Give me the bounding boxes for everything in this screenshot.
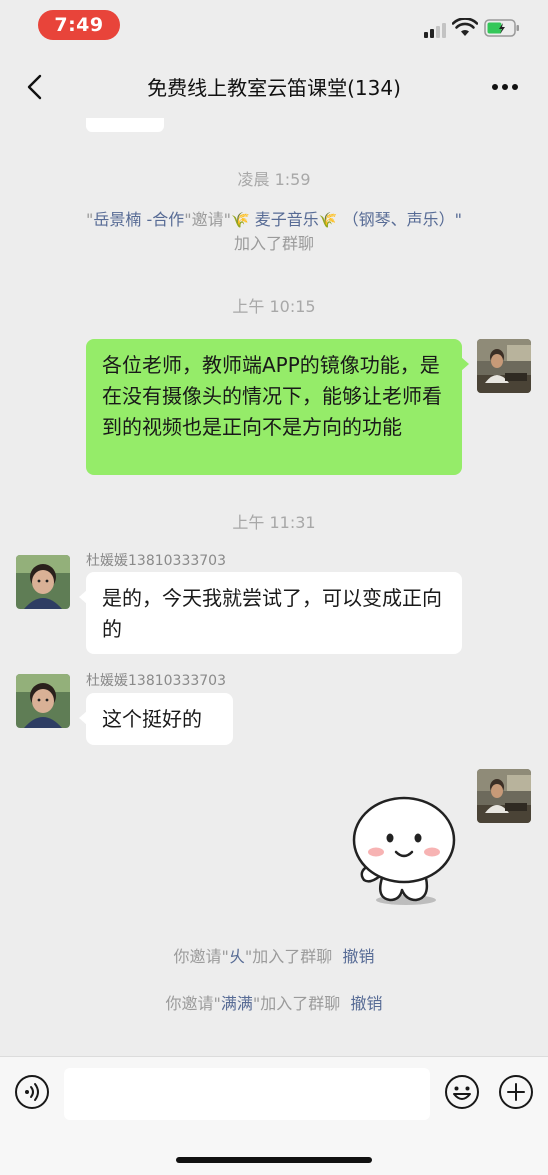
- partial-message-bubble[interactable]: [86, 118, 164, 132]
- received-message-bubble[interactable]: 是的，今天我就尝试了，可以变成正向的: [79, 572, 462, 654]
- avatar-photo: [477, 339, 531, 393]
- invite-prefix: 你邀请": [173, 947, 229, 966]
- invite-prefix: 你邀请": [165, 994, 221, 1013]
- child-avatar-photo: [16, 674, 70, 728]
- chat-title: 免费线上教室云笛课堂(134): [147, 76, 401, 100]
- invite-text: "邀请": [184, 210, 232, 229]
- home-indicator[interactable]: [176, 1157, 372, 1163]
- timestamp: 凌晨 1:59: [237, 170, 311, 189]
- wheat-emoji: 🌾: [318, 211, 338, 229]
- avatar-photo: [477, 769, 531, 823]
- invitee-name-link[interactable]: 麦子音乐: [250, 210, 319, 229]
- my-avatar[interactable]: [477, 769, 531, 823]
- wheat-emoji: 🌾: [231, 211, 250, 229]
- battery-icon: [484, 19, 519, 37]
- inviter-name-link[interactable]: 岳景楠 -合作: [93, 210, 184, 229]
- status-bar: 7:49: [0, 0, 548, 52]
- voice-icon[interactable]: [14, 1074, 50, 1110]
- smiling-blob-sticker[interactable]: [346, 794, 462, 908]
- timestamp: 上午 10:15: [232, 297, 316, 316]
- join-notice-line1: "岳景楠 -合作"邀请"🌾 麦子音乐🌾 （钢琴、声乐）": [0, 208, 548, 232]
- revoke-link[interactable]: 撤销: [342, 947, 374, 966]
- chat-message-list[interactable]: 凌晨 1:59 "岳景楠 -合作"邀请"🌾 麦子音乐🌾 （钢琴、声乐）" 加入了…: [0, 118, 548, 1056]
- revoke-link[interactable]: 撤销: [350, 994, 382, 1013]
- invite-notice: 你邀请"满满"加入了群聊 撤销: [0, 992, 548, 1016]
- invite-suffix: "加入了群聊: [252, 994, 341, 1013]
- my-avatar[interactable]: [477, 339, 531, 393]
- input-bar: [0, 1056, 548, 1175]
- wifi-icon: [452, 18, 478, 36]
- chat-header: 免费线上教室云笛课堂(134): [0, 56, 548, 118]
- sender-name: 杜媛媛13810333703: [86, 673, 226, 689]
- status-time: 7:49: [38, 10, 120, 40]
- join-notice: "岳景楠 -合作"邀请"🌾 麦子音乐🌾 （钢琴、声乐）" 加入了群聊: [0, 208, 548, 256]
- sender-name: 杜媛媛13810333703: [86, 553, 226, 569]
- invitee-name-tail[interactable]: （钢琴、声乐）": [337, 210, 462, 229]
- cellular-signal-icon: [424, 22, 448, 38]
- invited-name-link[interactable]: 乆: [229, 947, 245, 966]
- sender-avatar[interactable]: [16, 555, 70, 609]
- emoji-icon[interactable]: [444, 1074, 480, 1110]
- timestamp: 上午 11:31: [232, 513, 316, 532]
- more-dots-icon[interactable]: [488, 76, 522, 98]
- child-avatar-photo: [16, 555, 70, 609]
- join-notice-suffix: 加入了群聊: [233, 234, 314, 253]
- sender-avatar[interactable]: [16, 674, 70, 728]
- plus-icon[interactable]: [498, 1074, 534, 1110]
- invited-name-link[interactable]: 满满: [221, 994, 253, 1013]
- invite-suffix: "加入了群聊: [244, 947, 333, 966]
- received-message-bubble[interactable]: 这个挺好的: [79, 693, 233, 745]
- message-input[interactable]: [64, 1068, 430, 1120]
- my-message-bubble[interactable]: 各位老师，教师端APP的镜像功能，是在没有摄像头的情况下，能够让老师看到的视频也…: [86, 339, 469, 475]
- invite-notice: 你邀请"乆"加入了群聊 撤销: [0, 945, 548, 969]
